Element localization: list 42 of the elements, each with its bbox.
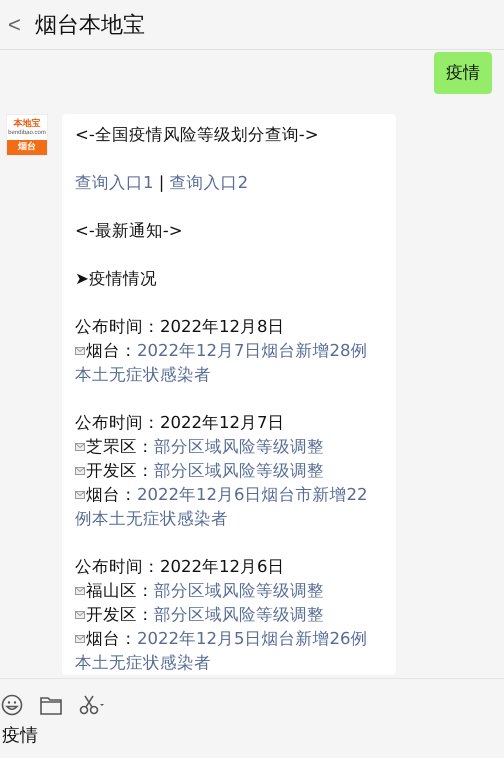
notice-link[interactable]: 部分区域风险等级调整 [154,581,324,600]
envelope-icon [75,587,85,595]
envelope-icon [75,443,85,451]
query-link[interactable]: 查询入口2 [170,173,248,192]
notice-source: 烟台： [86,341,137,360]
query-link[interactable]: 查询入口1 [75,173,154,192]
message-text: 公布时间：2022年12月6日 [75,556,286,578]
message-text: 公布时间：2022年12月8日 [75,316,286,338]
envelope-icon [75,467,85,475]
notice-link[interactable]: 本土无症状感染者 [75,365,211,384]
message-text: ➤疫情情况 [75,268,158,290]
sent-message-bubble: 疫情 [434,52,492,94]
notice-source: 烟台： [86,485,137,504]
notice-source: 开发区： [86,461,154,480]
chat-title: 烟台本地宝 [34,12,145,40]
folder-icon[interactable] [40,696,62,714]
separator: | [158,173,164,192]
emoji-icon[interactable] [1,694,23,716]
back-button[interactable]: < [8,12,21,38]
notice-link[interactable]: 部分区域风险等级调整 [154,605,324,624]
envelope-icon [75,491,85,499]
message-text: 公布时间：2022年12月7日 [75,412,286,434]
notice-source: 芝罘区： [86,437,154,456]
message-text: <-最新通知-> [75,220,184,242]
envelope-icon [75,347,85,355]
envelope-icon [75,611,85,619]
avatar-city: 烟台 [7,140,47,155]
scissors-icon[interactable] [79,694,105,716]
message-input[interactable]: 疫情 [0,724,202,745]
notice-link[interactable]: 例本土无症状感染者 [75,509,228,528]
notice-source: 烟台： [86,629,137,648]
notice-link[interactable]: 2022年12月7日烟台新增28例 [137,341,368,360]
notice-link[interactable]: 部分区域风险等级调整 [154,437,324,456]
notice-link[interactable]: 2022年12月6日烟台市新增22 [137,485,368,504]
notice-link[interactable]: 部分区域风险等级调整 [154,461,324,480]
message-text: <-全国疫情风险等级划分查询-> [75,124,320,146]
notice-source: 开发区： [86,605,154,624]
avatar-logo: 本地宝 [14,118,40,130]
notice-source: 福山区： [86,581,154,600]
notice-link[interactable]: 本土无症状感染者 [75,653,211,672]
envelope-icon [75,635,85,643]
notice-link[interactable]: 2022年12月5日烟台新增26例 [137,629,368,648]
